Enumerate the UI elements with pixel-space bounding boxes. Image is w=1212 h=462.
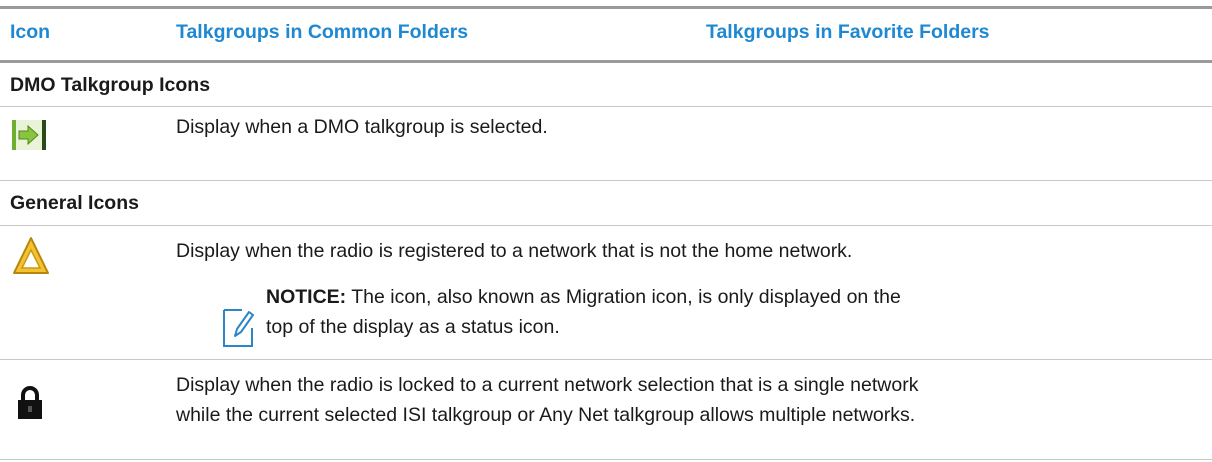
- header-divider: [0, 60, 1212, 63]
- section-title-general: General Icons: [10, 192, 139, 214]
- row-text-lock-line-2: while the current selected ISI talkgroup…: [176, 404, 916, 426]
- padlock-icon: [18, 386, 42, 419]
- section-divider: [0, 225, 1212, 226]
- row-text-dmo: Display when a DMO talkgroup is selected…: [176, 116, 548, 138]
- migration-triangle-icon: [13, 237, 49, 274]
- column-header-common-folders: Talkgroups in Common Folders: [176, 21, 469, 43]
- section-title-dmo: DMO Talkgroup Icons: [10, 74, 211, 96]
- table-top-border: [0, 6, 1212, 9]
- column-header-icon: Icon: [10, 21, 51, 43]
- column-header-favorite-folders: Talkgroups in Favorite Folders: [706, 21, 990, 43]
- section-divider: [0, 106, 1212, 107]
- notice-icon: [223, 309, 254, 347]
- notice-label: NOTICE:: [266, 286, 347, 308]
- notice-line-2: top of the display as a status icon.: [266, 316, 560, 338]
- table-bottom-border: [0, 459, 1212, 460]
- row-divider: [0, 359, 1212, 360]
- row-text-migration: Display when the radio is registered to …: [176, 240, 853, 262]
- row-text-lock-line-1: Display when the radio is locked to a cu…: [176, 374, 919, 396]
- notice-line-1: NOTICE: The icon, also known as Migratio…: [266, 282, 901, 312]
- dmo-talkgroup-icon: [12, 120, 46, 150]
- row-divider: [0, 180, 1212, 181]
- notice-text: The icon, also known as Migration icon, …: [346, 286, 901, 308]
